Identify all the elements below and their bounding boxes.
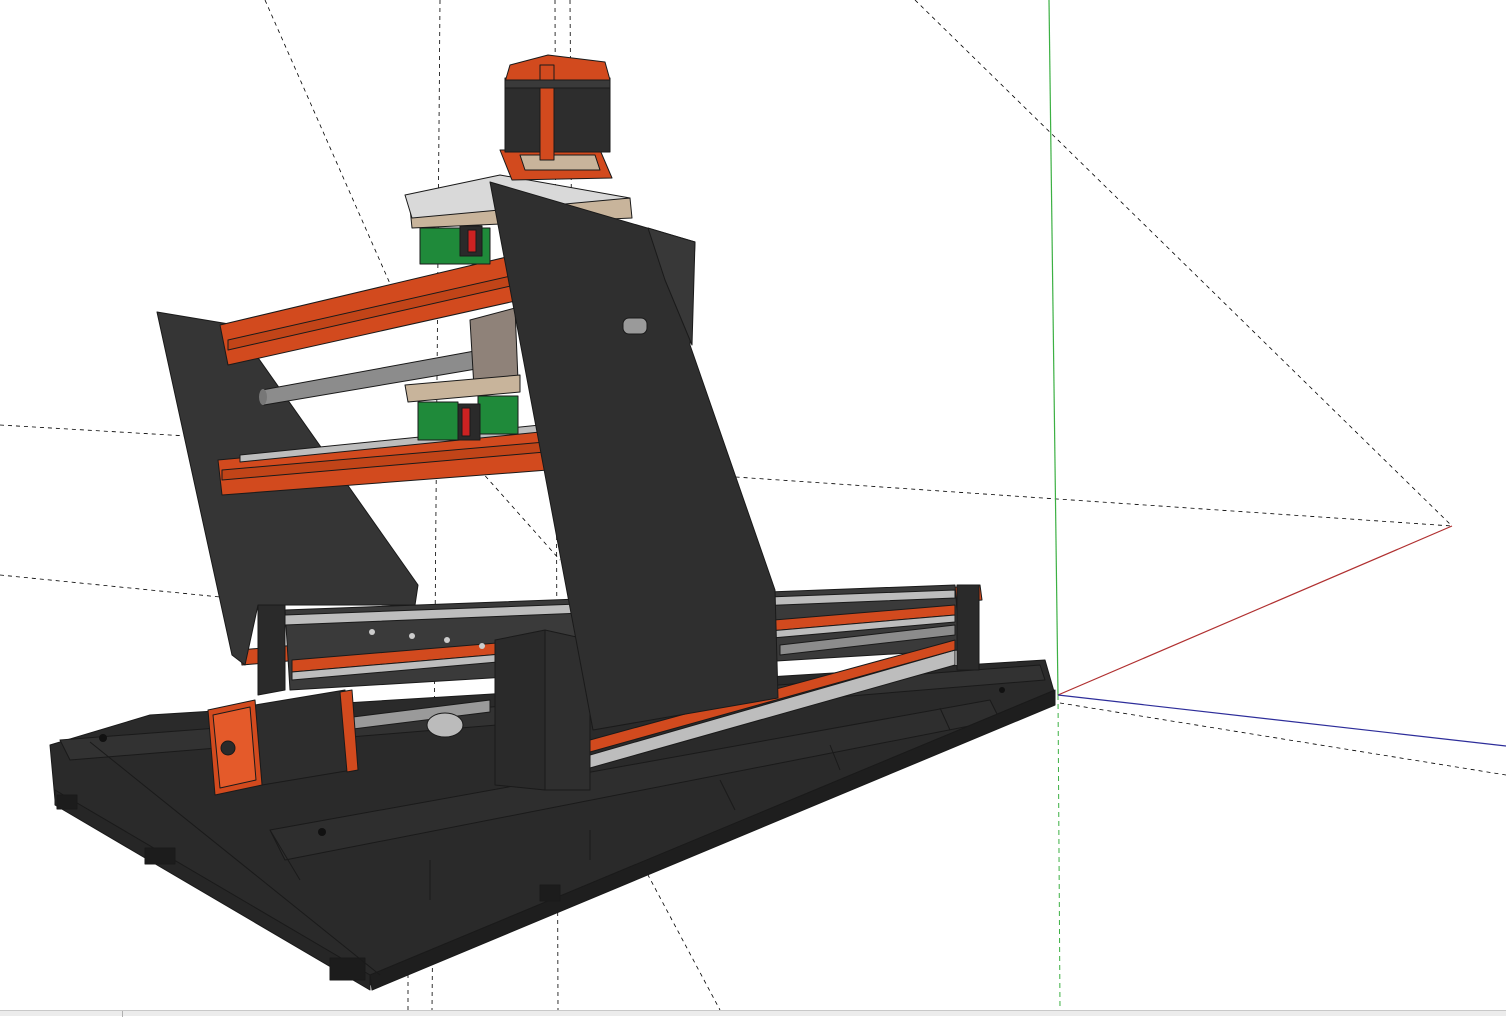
- cnc-router-model[interactable]: [49, 54, 1056, 991]
- status-bar: [0, 1010, 1506, 1017]
- status-bar-divider: [122, 1011, 123, 1017]
- blue-axis: [1057, 694, 1506, 747]
- drawing-axes: [1048, 0, 1506, 1010]
- green-axis-lower: [1057, 694, 1061, 1010]
- green-axis: [1048, 0, 1059, 696]
- z-stepper-motor[interactable]: [499, 54, 613, 181]
- modeling-viewport[interactable]: [0, 0, 1506, 1010]
- red-axis: [1057, 525, 1453, 696]
